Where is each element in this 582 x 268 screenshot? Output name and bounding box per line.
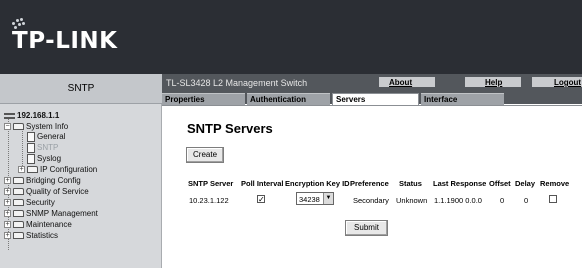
sidebar-root[interactable]: 192.168.1.1 <box>4 111 59 121</box>
poll-interval-checkbox[interactable]: ✓ <box>257 195 265 204</box>
col-header-last-response: Last Response <box>433 179 487 188</box>
sidebar-item-label: Statistics <box>26 231 59 240</box>
expand-icon[interactable]: + <box>4 232 11 240</box>
page-icon <box>27 143 35 153</box>
sidebar-item-label: Maintenance <box>26 220 72 229</box>
sidebar-item-security[interactable]: + Security <box>4 198 55 208</box>
help-link[interactable]: Help <box>485 78 502 87</box>
col-header-delay: Delay <box>515 179 536 188</box>
folder-icon <box>13 210 24 218</box>
sidebar-item-snmp-management[interactable]: + SNMP Management <box>4 209 98 219</box>
col-header-status: Status <box>399 179 422 188</box>
sidebar-item-maintenance[interactable]: + Maintenance <box>4 220 72 230</box>
sidebar-item-label: SNMP Management <box>26 209 98 218</box>
cell-last-response: 1.1.1900 0.0.0 <box>434 196 482 205</box>
about-link[interactable]: About <box>389 78 412 87</box>
tab-properties[interactable]: Properties <box>162 93 245 105</box>
tp-link-logo: TP-LINK <box>12 28 118 54</box>
sidebar-item-general[interactable]: General <box>27 132 65 142</box>
sidebar-item-label: Quality of Service <box>26 187 89 196</box>
main-content: SNTP Servers Create SNTP Server Poll Int… <box>163 106 582 268</box>
folder-icon <box>27 166 38 174</box>
expand-icon[interactable]: + <box>18 166 25 174</box>
chevron-down-icon[interactable]: ▼ <box>323 193 333 204</box>
col-header-offset: Offset <box>489 179 511 188</box>
page-label-box: SNTP <box>0 74 162 104</box>
sidebar-item-statistics[interactable]: + Statistics <box>4 231 58 241</box>
folder-icon <box>13 232 24 240</box>
submit-button[interactable]: Submit <box>345 220 388 236</box>
sidebar-item-quality-of-service[interactable]: + Quality of Service <box>4 187 89 197</box>
sidebar-item-label: SNTP <box>37 143 59 153</box>
page-label: SNTP <box>67 83 95 94</box>
col-header-sntp-server: SNTP Server <box>188 179 234 188</box>
sidebar-item-label: Syslog <box>37 154 62 164</box>
cell-offset: 0 <box>500 196 505 205</box>
expand-icon[interactable]: + <box>4 188 11 196</box>
expand-icon[interactable]: + <box>4 221 11 229</box>
col-header-encryption-key-id: Encryption Key ID <box>285 179 350 188</box>
expand-icon[interactable]: + <box>4 177 11 185</box>
sidebar-root-label: 192.168.1.1 <box>17 111 60 120</box>
tree-line <box>22 128 23 168</box>
col-header-poll-interval: Poll Interval <box>241 179 284 188</box>
expand-icon[interactable]: + <box>4 210 11 218</box>
logout-link[interactable]: Logout <box>554 78 581 87</box>
page-icon <box>27 132 35 142</box>
header-band: TP-LINK <box>0 0 582 74</box>
folder-icon <box>13 221 24 229</box>
collapse-icon[interactable]: − <box>4 123 11 131</box>
sidebar-item-label: Bridging Config <box>26 176 81 185</box>
cell-status: Unknown <box>396 196 428 205</box>
sidebar-item-label: System Info <box>26 122 69 131</box>
sidebar-item-sntp[interactable]: SNTP <box>27 143 58 153</box>
tab-authentication[interactable]: Authentication <box>247 93 330 105</box>
encryption-key-value: 34238 <box>299 195 320 204</box>
sidebar-item-label: General <box>37 132 66 142</box>
sidebar-item-label: Security <box>26 198 55 207</box>
cell-delay: 0 <box>524 196 529 205</box>
device-name: TL-SL3428 L2 Management Switch <box>166 78 308 88</box>
folder-icon <box>13 177 24 185</box>
sidebar-item-ip-configuration[interactable]: + IP Configuration <box>18 165 97 175</box>
sidebar-item-label: IP Configuration <box>40 165 98 174</box>
page-title: SNTP Servers <box>187 121 273 136</box>
page-icon <box>27 154 35 164</box>
sidebar-tree: 192.168.1.1 − System Info General SNTP Sy… <box>0 104 162 268</box>
cell-sntp-server: 10.23.1.122 <box>189 196 229 205</box>
sidebar-item-syslog[interactable]: Syslog <box>27 154 61 164</box>
network-icon <box>4 112 15 119</box>
folder-icon <box>13 199 24 207</box>
col-header-preference: Preference <box>350 179 389 188</box>
tab-interface[interactable]: Interface <box>421 93 504 105</box>
remove-checkbox[interactable] <box>549 195 557 203</box>
folder-open-icon <box>13 123 24 131</box>
expand-icon[interactable]: + <box>4 199 11 207</box>
encryption-key-select[interactable]: 34238 ▼ <box>296 192 334 205</box>
col-header-remove: Remove <box>540 179 570 188</box>
create-button[interactable]: Create <box>186 147 224 163</box>
folder-icon <box>13 188 24 196</box>
sidebar-item-system-info[interactable]: − System Info <box>4 122 68 132</box>
sidebar-item-bridging-config[interactable]: + Bridging Config <box>4 176 81 186</box>
cell-preference: Secondary <box>353 196 389 205</box>
